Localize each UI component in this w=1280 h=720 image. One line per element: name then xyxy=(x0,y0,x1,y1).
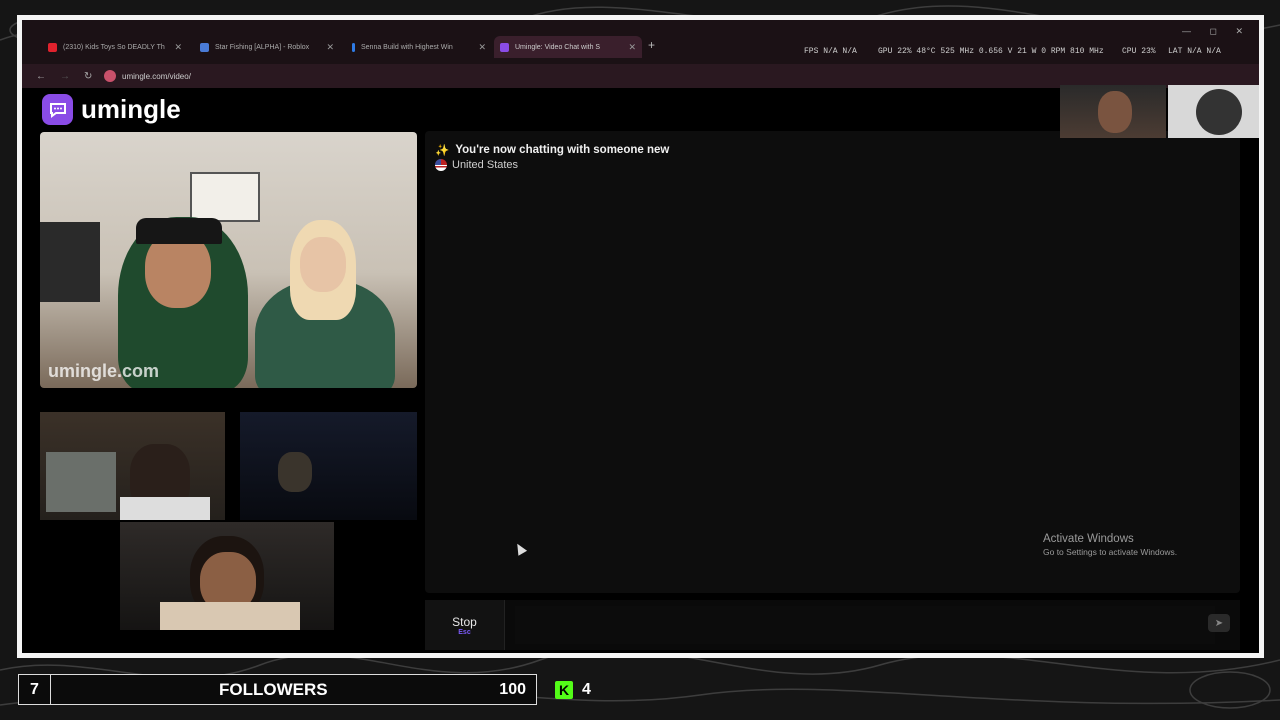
reload-icon[interactable]: ↻ xyxy=(84,71,94,82)
window-controls[interactable]: — ◻ ✕ xyxy=(1182,26,1251,37)
cam-guest-1 xyxy=(40,412,225,520)
stream-frame: (2310) Kids Toys So DEADLY Th ✕ Star Fis… xyxy=(17,15,1264,658)
chat-bubble-icon xyxy=(42,94,73,125)
followers-label: FOLLOWERS xyxy=(219,679,328,699)
umingle-watermark: umingle.com xyxy=(48,361,160,381)
browser-tab-bar: (2310) Kids Toys So DEADLY Th ✕ Star Fis… xyxy=(22,20,1259,64)
streamer-cams xyxy=(40,412,417,634)
chat-controls: Stop Esc ➤ xyxy=(425,600,1240,650)
kick-viewers: K 4 xyxy=(555,681,591,699)
cam-guest-2 xyxy=(240,412,417,520)
tab-umingle[interactable]: Umingle: Video Chat with S ✕ xyxy=(494,36,642,58)
us-flag-icon xyxy=(435,159,447,171)
forward-icon[interactable]: → xyxy=(60,71,70,82)
close-icon[interactable]: ✕ xyxy=(174,42,182,53)
tab-youtube[interactable]: (2310) Kids Toys So DEADLY Th ✕ xyxy=(42,36,188,58)
kick-logo-icon: K xyxy=(555,681,573,699)
youtube-icon xyxy=(48,42,57,52)
chat-country: United States xyxy=(435,159,518,171)
umingle-logo[interactable]: umingle xyxy=(42,94,181,125)
followers-goal: 100 xyxy=(499,680,526,698)
new-tab-button[interactable]: + xyxy=(648,38,655,52)
osd-cpu: CPU 23% xyxy=(1122,47,1156,56)
stranger-video: umingle.com xyxy=(40,132,417,388)
kick-viewer-count: 4 xyxy=(582,681,591,698)
activate-windows-notice: Activate Windows Go to Settings to activ… xyxy=(1043,533,1178,557)
page-icon xyxy=(352,42,355,52)
chat-panel: ✨ You're now chatting with someone new U… xyxy=(425,131,1240,593)
tab-roblox[interactable]: Star Fishing [ALPHA] - Roblox ✕ xyxy=(194,36,340,58)
close-icon[interactable]: ✕ xyxy=(478,42,486,53)
send-icon[interactable]: ➤ xyxy=(1208,614,1230,632)
follower-goal-bar: 7 FOLLOWERS 100 xyxy=(18,674,537,705)
followers-current: 7 xyxy=(19,675,51,704)
sparkle-icon: ✨ xyxy=(435,145,450,157)
url-field[interactable]: umingle.com/video/ xyxy=(104,70,191,82)
site-info-icon[interactable] xyxy=(104,70,116,82)
chat-message-input[interactable] xyxy=(515,606,1215,644)
chat-status-message: ✨ You're now chatting with someone new xyxy=(435,144,670,157)
close-icon[interactable]: ✕ xyxy=(628,42,636,53)
stop-button[interactable]: Stop Esc xyxy=(425,600,505,650)
umingle-page: umingle umingle.com ✨ You're now chattin… xyxy=(22,88,1259,653)
osd-gpu: GPU 22% 48°C 525 MHz 0.656 V 21 W 0 RPM … xyxy=(878,47,1104,56)
streamer-webcam xyxy=(1060,85,1166,138)
back-icon[interactable]: ← xyxy=(36,71,46,82)
tab-senna-build[interactable]: Senna Build with Highest Win ✕ xyxy=(346,36,492,58)
osd-lat: LAT N/A N/A xyxy=(1168,47,1221,56)
close-icon[interactable]: ✕ xyxy=(326,42,334,53)
umingle-tab-icon xyxy=(500,42,509,52)
osd-fps: FPS N/A N/A xyxy=(804,47,857,56)
secondary-webcam xyxy=(1168,85,1259,138)
cam-guest-3 xyxy=(120,522,334,630)
roblox-icon xyxy=(200,42,209,52)
